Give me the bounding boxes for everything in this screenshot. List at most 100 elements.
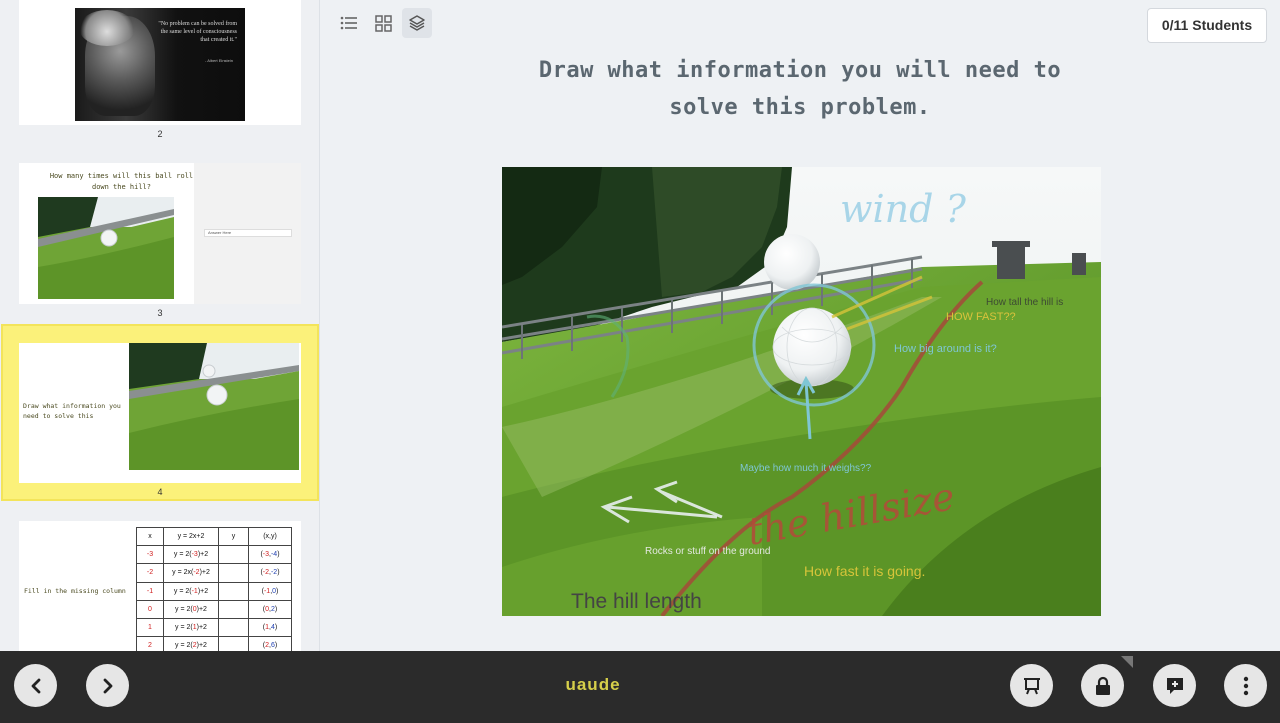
point-close: ) xyxy=(274,605,278,613)
expr-suffix: )+2 xyxy=(199,569,210,577)
table-row: -1 y = 2(-1)+2 (-1,0) xyxy=(136,581,292,601)
slide-prompt: Draw what information you will need to s… xyxy=(538,58,1062,120)
table-row: 2 y = 2(2)+2 (2,6) xyxy=(136,636,292,651)
expr-prefix: y = 2( xyxy=(175,605,193,613)
table-cell-y xyxy=(218,617,249,638)
slide-number-3: 3 xyxy=(157,308,163,318)
slide-5-table: x y = 2x+2 y (x,y) -3 y = 2(-3)+2 (-3,-4… xyxy=(136,526,292,651)
table-cell-point: (0,2) xyxy=(248,599,292,619)
annotation-length: The hill length xyxy=(571,590,702,613)
students-count-button[interactable]: 0/11 Students xyxy=(1147,8,1267,43)
table-header: y xyxy=(218,526,249,547)
table-row: 0 y = 2(0)+2 (0,2) xyxy=(136,599,292,619)
chevron-left-icon xyxy=(31,678,40,693)
present-button[interactable] xyxy=(1010,664,1053,707)
add-comment-icon xyxy=(1166,677,1183,694)
expr-prefix: y = 2( xyxy=(173,587,192,595)
table-cell-point: (-1,0) xyxy=(248,581,292,601)
slide-rail[interactable]: "No problem can be solved from the same … xyxy=(0,0,320,651)
table-cell-expr: y = 2(0)+2 xyxy=(163,599,219,619)
einstein-author: - Albert Einstein xyxy=(204,58,233,63)
table-cell-y xyxy=(218,636,249,651)
view-toolbar xyxy=(334,8,432,38)
table-cell-expr: y = 2(2)+2 xyxy=(163,636,219,651)
expr-suffix: )+2 xyxy=(196,605,207,613)
expr-suffix: )+2 xyxy=(197,551,209,559)
list-view-icon xyxy=(340,16,357,30)
slide-thumbnail-2[interactable]: "No problem can be solved from the same … xyxy=(19,0,301,125)
slide-thumbnail-4[interactable]: Draw what information you need to solve … xyxy=(19,343,301,483)
hill-scene: wind ? How tall the hill is HOW FAST?? H… xyxy=(502,167,1101,616)
point-close: ) xyxy=(276,587,279,595)
expr-suffix: )+2 xyxy=(196,642,207,650)
more-options-button[interactable] xyxy=(1224,664,1267,707)
slide-3-answer-panel: Answer Here xyxy=(194,163,301,304)
next-slide-button[interactable] xyxy=(86,664,129,707)
table-header: y = 2x+2 xyxy=(163,526,219,547)
slide-4-text: Draw what information you need to solve … xyxy=(23,402,121,423)
slide-thumbnail-3[interactable]: How many times will this ball roll down … xyxy=(19,163,301,304)
point-close: ) xyxy=(274,624,278,632)
lock-icon xyxy=(1095,676,1110,695)
table-cell-point: (2,6) xyxy=(248,636,292,651)
previous-slide-button[interactable] xyxy=(14,664,57,707)
table-cell-point: (1,4) xyxy=(248,617,292,638)
table-cell-expr: y = 2(1)+2 xyxy=(163,617,219,638)
add-slide-button[interactable] xyxy=(1153,664,1196,707)
table-cell-expr: y = 2(-3)+2 xyxy=(163,545,219,565)
expr-prefix: y = 2( xyxy=(175,624,193,632)
table-cell-expr: y = 2x(-2)+2 xyxy=(163,563,219,583)
table-header: (x,y) xyxy=(248,526,292,547)
annotation-wind: wind ? xyxy=(840,187,967,231)
table-cell-point: (-3,-4) xyxy=(248,545,292,565)
expr-prefix: y = 2x( xyxy=(172,569,194,577)
slide-5-text: Fill in the missing column xyxy=(24,587,126,595)
table-cell-point: (-2,-2) xyxy=(248,563,292,583)
table-cell-y xyxy=(218,563,249,583)
slide-thumbnail-5[interactable]: Fill in the missing column x y = 2x+2 y … xyxy=(19,521,301,651)
annotation-rocks: Rocks or stuff on the ground xyxy=(645,546,770,557)
table-cell-x: 2 xyxy=(136,636,164,651)
slide-3-answer-field: Answer Here xyxy=(204,229,292,237)
list-view-button[interactable] xyxy=(334,8,364,38)
slide-3-title: How many times will this ball roll down … xyxy=(49,172,194,191)
session-code: uaude xyxy=(565,675,621,694)
table-cell-y xyxy=(218,581,249,601)
table-cell-x: 0 xyxy=(136,599,164,619)
expr-prefix: y = 2( xyxy=(175,642,193,650)
table-cell-y xyxy=(218,545,249,565)
table-cell-x: -1 xyxy=(136,581,164,601)
table-cell-x: -3 xyxy=(136,545,164,565)
annotation-fast-caps: HOW FAST?? xyxy=(946,311,1016,323)
point-close: ) xyxy=(274,642,278,650)
point-close: ) xyxy=(277,551,280,559)
einstein-quote: "No problem can be solved from the same … xyxy=(158,21,237,43)
more-vertical-icon xyxy=(1243,676,1248,695)
table-cell-expr: y = 2(-1)+2 xyxy=(163,581,219,601)
app: "No problem can be solved from the same … xyxy=(0,0,1280,723)
annotation-weighs: Maybe how much it weighs?? xyxy=(740,463,872,474)
expr-suffix: )+2 xyxy=(196,624,207,632)
table-cell-x: 1 xyxy=(136,617,164,638)
lock-button[interactable] xyxy=(1081,664,1124,707)
bottom-bar: uaude xyxy=(0,651,1280,723)
layers-icon xyxy=(409,15,425,31)
slide-canvas[interactable]: wind ? How tall the hill is HOW FAST?? H… xyxy=(502,167,1101,616)
grid-view-button[interactable] xyxy=(368,8,398,38)
annotation-tall: How tall the hill is xyxy=(986,297,1063,308)
lock-corner-indicator xyxy=(1121,656,1133,668)
layers-view-button[interactable] xyxy=(402,8,432,38)
table-header: x xyxy=(136,526,164,547)
table-cell-y xyxy=(218,599,249,619)
table-row: 1 y = 2(1)+2 (1,4) xyxy=(136,617,292,638)
annotation-around: How big around is it? xyxy=(894,343,997,355)
annotation-fast: How fast it is going. xyxy=(804,563,925,579)
expr-prefix: y = 2( xyxy=(173,551,192,559)
grid-view-icon xyxy=(374,14,392,32)
slide-number-4: 4 xyxy=(157,487,163,497)
table-row: -2 y = 2x(-2)+2 (-2,-2) xyxy=(136,563,292,583)
table-cell-x: -2 xyxy=(136,563,164,583)
table-row: -3 y = 2(-3)+2 (-3,-4) xyxy=(136,545,292,565)
presentation-icon xyxy=(1023,677,1040,694)
einstein-photo: "No problem can be solved from the same … xyxy=(75,8,245,121)
